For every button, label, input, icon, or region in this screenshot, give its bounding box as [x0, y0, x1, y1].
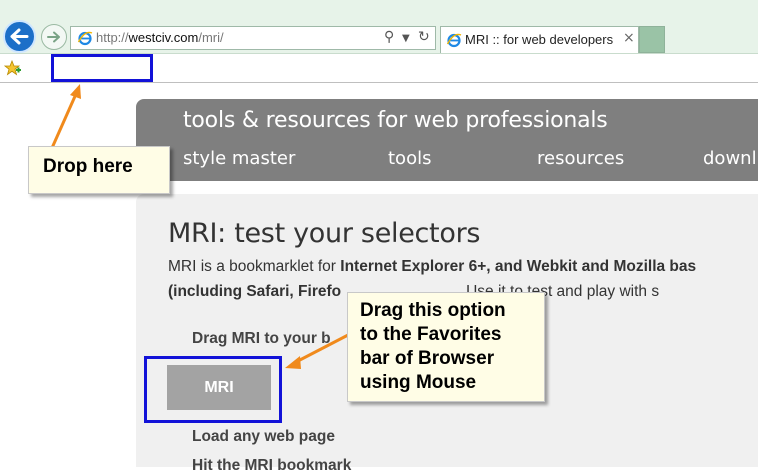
- callout-drop-here: Drop here: [28, 146, 170, 194]
- callout-line: to the Favorites: [360, 324, 502, 345]
- arrow-to-favorites: [50, 84, 81, 149]
- callout-line: using Mouse: [360, 372, 477, 393]
- callout-line: bar of Browser: [360, 348, 495, 369]
- callout-drag-instruction: Drag this option to the Favorites bar of…: [347, 292, 545, 402]
- callout-line: Drag this option: [360, 300, 506, 321]
- arrow-to-mri-button: [285, 332, 351, 369]
